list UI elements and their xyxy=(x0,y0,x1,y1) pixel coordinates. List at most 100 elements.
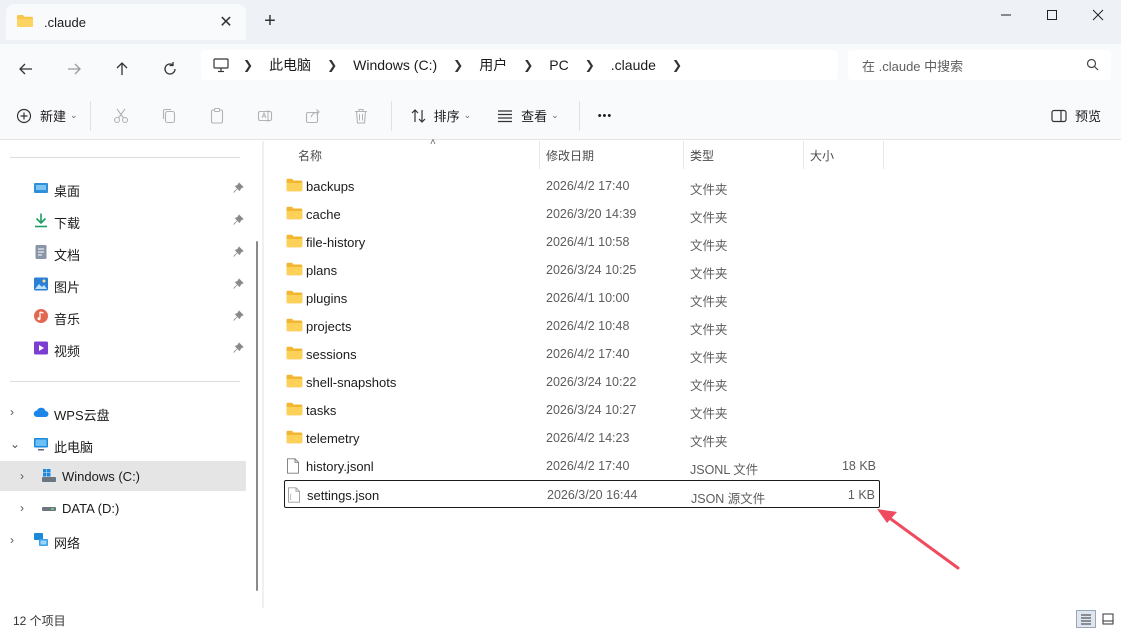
file-name: sessions xyxy=(306,347,357,362)
preview-pane-button[interactable]: 预览 xyxy=(1045,100,1107,132)
sidebar-item-downloads[interactable]: 下载 xyxy=(0,205,246,235)
up-button[interactable] xyxy=(107,54,137,84)
rename-icon xyxy=(257,109,272,122)
copy-button[interactable] xyxy=(145,100,193,132)
close-icon[interactable]: ✕ xyxy=(216,12,236,32)
folder-icon xyxy=(286,430,303,447)
sidebar-item-pictures[interactable]: 图片 xyxy=(0,269,246,299)
sidebar-item-this-pc[interactable]: ⌄ 此电脑 xyxy=(0,429,246,459)
file-name: cache xyxy=(306,207,341,222)
file-row[interactable]: sessions 2026/4/2 17:40 文件夹 xyxy=(284,340,880,368)
share-button[interactable] xyxy=(289,100,337,132)
pin-icon[interactable] xyxy=(232,214,244,229)
tab-label: .claude xyxy=(44,14,86,30)
file-modified: 2026/4/1 10:58 xyxy=(546,235,630,249)
file-type: 文件夹 xyxy=(690,379,728,393)
chevron-right-icon[interactable]: › xyxy=(20,501,32,515)
view-button[interactable]: 查看 ⌄ xyxy=(491,100,565,132)
sidebar-item-network[interactable]: › 网络 xyxy=(0,525,246,555)
file-row[interactable]: settings.json 2026/3/20 16:44 JSON 源文件 1 KB xyxy=(284,480,880,508)
breadcrumb-item[interactable]: .claude ❯ xyxy=(611,57,698,73)
sidebar-item-documents[interactable]: 文档 xyxy=(0,237,246,267)
chevron-right-icon: ❯ xyxy=(584,58,595,72)
more-options-button[interactable]: ••• xyxy=(592,100,619,132)
sidebar-scrollbar[interactable] xyxy=(256,241,258,591)
file-row[interactable]: file-history 2026/4/1 10:58 文件夹 xyxy=(284,228,880,256)
file-name: plugins xyxy=(306,291,348,306)
pin-icon[interactable] xyxy=(232,278,244,293)
new-label: 新建 xyxy=(40,109,67,124)
rename-button[interactable] xyxy=(241,100,289,132)
share-icon xyxy=(305,108,320,123)
file-row[interactable]: shell-snapshots 2026/3/24 10:22 文件夹 xyxy=(284,368,880,396)
file-row[interactable]: tasks 2026/3/24 10:27 文件夹 xyxy=(284,396,880,424)
delete-button[interactable] xyxy=(337,100,385,132)
close-window-button[interactable] xyxy=(1075,0,1121,30)
view-label: 查看 xyxy=(521,109,548,124)
file-type: 文件夹 xyxy=(690,295,728,309)
file-type: 文件夹 xyxy=(690,211,728,225)
file-type: JSONL 文件 xyxy=(690,463,759,477)
file-modified: 2026/4/2 14:23 xyxy=(546,431,630,445)
pin-icon[interactable] xyxy=(232,182,244,197)
folder-icon xyxy=(286,206,303,223)
refresh-button[interactable] xyxy=(155,54,185,84)
clipboard-icon xyxy=(210,107,223,124)
annotation-arrow xyxy=(877,509,960,570)
sort-button[interactable]: 排序 ⌄ xyxy=(404,100,478,132)
file-row[interactable]: projects 2026/4/2 10:48 文件夹 xyxy=(284,312,880,340)
file-row[interactable]: plans 2026/3/24 10:25 文件夹 xyxy=(284,256,880,284)
folder-icon xyxy=(286,374,303,391)
tab-claude[interactable]: .claude ✕ xyxy=(6,4,246,40)
chevron-right-icon[interactable]: › xyxy=(10,405,22,419)
breadcrumb-item[interactable]: 此电脑 ❯ xyxy=(269,55,353,75)
sidebar-item-windows-c[interactable]: › Windows (C:) xyxy=(0,461,246,491)
minimize-button[interactable] xyxy=(983,0,1029,30)
column-header-name[interactable]: 名称 ˄ xyxy=(284,137,540,169)
network-icon xyxy=(33,532,49,548)
column-header-size[interactable]: 大小 xyxy=(804,141,884,169)
file-modified: 2026/4/2 17:40 xyxy=(546,179,630,193)
chevron-right-icon: ❯ xyxy=(453,58,464,72)
new-tab-button[interactable]: + xyxy=(258,10,282,34)
column-header-type[interactable]: 类型 xyxy=(684,141,804,169)
download-icon xyxy=(33,212,49,228)
column-header-modified[interactable]: 修改日期 xyxy=(540,141,684,169)
forward-button[interactable] xyxy=(59,54,89,84)
breadcrumb-item[interactable]: 用户 ❯ xyxy=(479,55,549,75)
file-row[interactable]: history.jsonl 2026/4/2 17:40 JSONL 文件 18 KB xyxy=(284,452,880,480)
cut-button[interactable] xyxy=(97,100,145,132)
search-input[interactable]: 在 .claude 中搜索 xyxy=(848,50,1111,80)
maximize-button[interactable] xyxy=(1029,0,1075,30)
file-row[interactable]: plugins 2026/4/1 10:00 文件夹 xyxy=(284,284,880,312)
back-button[interactable] xyxy=(11,54,41,84)
paste-button[interactable] xyxy=(193,100,241,132)
file-row[interactable]: cache 2026/3/20 14:39 文件夹 xyxy=(284,200,880,228)
sidebar-item-wps-cloud[interactable]: › WPS云盘 xyxy=(0,397,246,427)
chevron-right-icon[interactable]: › xyxy=(20,469,32,483)
pin-icon[interactable] xyxy=(232,310,244,325)
file-row[interactable]: telemetry 2026/4/2 14:23 文件夹 xyxy=(284,424,880,452)
file-modified: 2026/4/2 17:40 xyxy=(546,347,630,361)
pin-icon[interactable] xyxy=(232,342,244,357)
file-modified: 2026/3/20 16:44 xyxy=(547,488,638,502)
pin-icon[interactable] xyxy=(232,246,244,261)
file-row[interactable]: backups 2026/4/2 17:40 文件夹 xyxy=(284,172,880,200)
sidebar-item-desktop[interactable]: 桌面 xyxy=(0,173,246,203)
tiles-view-button[interactable] xyxy=(1098,610,1118,628)
sidebar-item-data-d[interactable]: › DATA (D:) xyxy=(0,493,246,523)
chevron-right-icon[interactable]: › xyxy=(10,533,22,547)
breadcrumb-item[interactable]: Windows (C:) ❯ xyxy=(353,57,479,73)
file-modified: 2026/3/24 10:22 xyxy=(546,375,637,389)
breadcrumb-item[interactable]: PC ❯ xyxy=(549,57,611,73)
sidebar-item-music[interactable]: 音乐 xyxy=(0,301,246,331)
chevron-down-icon[interactable]: ⌄ xyxy=(10,437,22,451)
address-bar[interactable]: ❯ 此电脑 ❯ Windows (C:) ❯ 用户 ❯ PC ❯ .claude ❯ xyxy=(201,50,838,80)
file-modified: 2026/4/2 10:48 xyxy=(546,319,630,333)
file-modified: 2026/4/2 17:40 xyxy=(546,459,630,473)
folder-icon xyxy=(286,234,303,251)
sidebar-item-videos[interactable]: 视频 xyxy=(0,333,246,363)
new-button[interactable]: 新建 ⌄ xyxy=(10,100,84,132)
file-type: 文件夹 xyxy=(690,267,728,281)
details-view-button[interactable] xyxy=(1076,610,1096,628)
